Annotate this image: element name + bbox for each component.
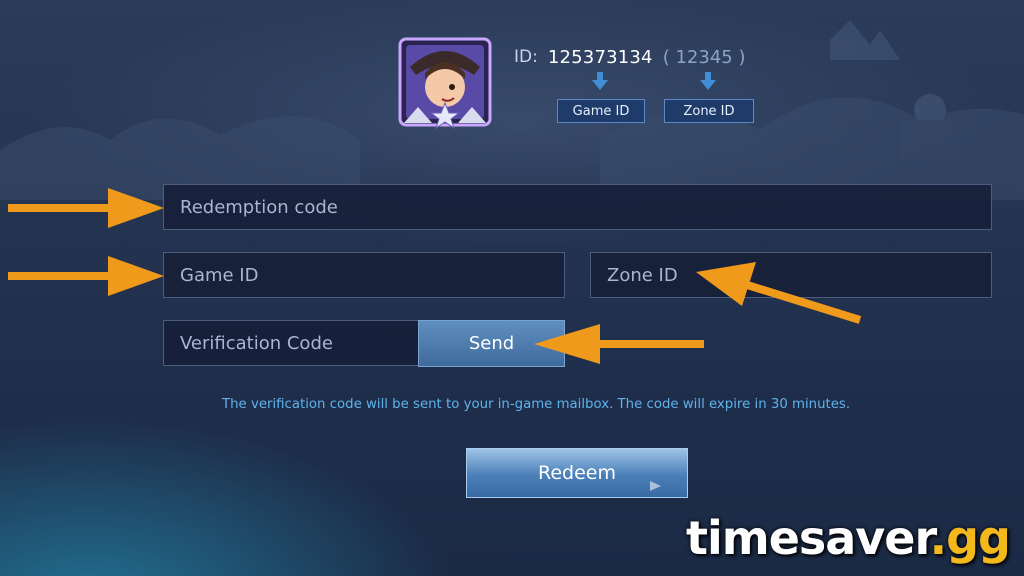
player-id-row: ID: 125373134 ( 12345 )	[514, 44, 745, 70]
down-arrow-icon	[700, 72, 716, 90]
brand-name: timesaver	[686, 511, 931, 565]
arrow-pointer-icon	[8, 256, 164, 296]
id-label: ID:	[514, 47, 538, 67]
hero-avatar-icon	[398, 37, 492, 129]
zone-id-value: ( 12345 )	[662, 46, 746, 68]
game-id-field[interactable]	[163, 252, 565, 298]
game-id-value: 125373134	[547, 46, 653, 68]
background-scenery	[0, 20, 1024, 200]
verification-note: The verification code will be sent to yo…	[222, 397, 851, 412]
game-id-tag: Game ID	[557, 99, 645, 123]
brand-tld: .gg	[929, 511, 1011, 565]
play-triangle-icon	[650, 481, 661, 491]
brand-watermark: timesaver.gg	[686, 510, 1011, 566]
redemption-code-input[interactable]	[180, 196, 991, 218]
arrow-pointer-icon	[534, 324, 704, 364]
redemption-code-field[interactable]	[163, 184, 992, 230]
verification-code-input[interactable]	[180, 332, 418, 354]
game-id-input[interactable]	[180, 264, 564, 286]
arrow-pointer-icon	[696, 262, 862, 324]
down-arrow-icon	[592, 72, 608, 90]
verification-code-field[interactable]	[163, 320, 419, 366]
zone-id-tag: Zone ID	[664, 99, 754, 123]
redeem-button[interactable]: Redeem	[466, 448, 688, 498]
redeem-label: Redeem	[538, 462, 616, 484]
arrow-pointer-icon	[8, 188, 164, 228]
